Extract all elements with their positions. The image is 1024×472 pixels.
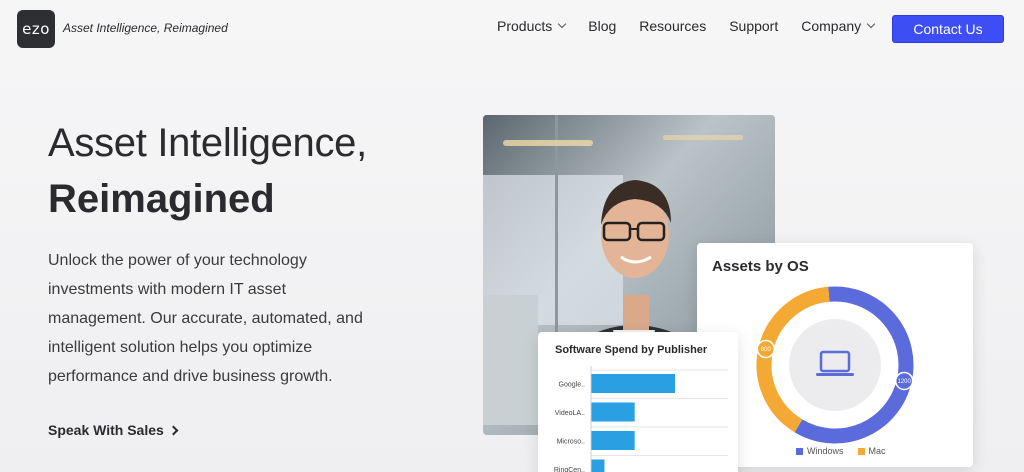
chevron-down-icon: [866, 19, 876, 29]
cta-label: Speak With Sales: [48, 422, 164, 438]
hero-description: Unlock the power of your technology inve…: [48, 252, 363, 385]
legend-swatch-windows: [796, 447, 803, 455]
top-nav: ezo Asset Intelligence, Reimagined Produ…: [0, 0, 1024, 58]
nav-item-label: Products: [497, 18, 553, 34]
donut-center: [789, 319, 881, 411]
software-spend-card: Software Spend by Publisher Google.. Vide…: [538, 332, 738, 472]
bar: [591, 431, 635, 450]
nav-links: Products Blog Resources Support Company: [497, 18, 897, 34]
legend-label-mac: Mac: [868, 446, 886, 456]
brand-tagline: Asset Intelligence, Reimagined: [63, 21, 228, 35]
nav-item-support[interactable]: Support: [729, 18, 778, 34]
legend-swatch-mac: [857, 447, 865, 455]
speak-with-sales-link[interactable]: Speak With Sales: [48, 422, 179, 438]
hero-title-line1: Asset Intelligence,: [48, 121, 367, 165]
nav-item-resources[interactable]: Resources: [639, 18, 706, 34]
assets-by-os-card: Assets by OS 800 1200 Windows Mac: [697, 243, 973, 467]
bar-category-label: Google..: [559, 382, 586, 389]
nav-item-label: Company: [801, 18, 862, 34]
hero-title-line2: Reimagined: [48, 177, 275, 221]
bar: [591, 402, 635, 422]
chevron-right-icon: [168, 425, 179, 435]
donut-value-label: 800: [761, 347, 772, 353]
donut-value-label: 1200: [898, 379, 912, 385]
os-donut-chart: 800 1200: [756, 286, 914, 444]
nav-item-products[interactable]: Products: [497, 18, 567, 34]
nav-item-label: Support: [729, 18, 779, 34]
nav-item-blog[interactable]: Blog: [588, 18, 616, 34]
ezo-logo[interactable]: ezo: [17, 10, 55, 48]
nav-item-company[interactable]: Company: [801, 18, 876, 34]
contact-us-button[interactable]: Contact Us: [892, 15, 1004, 43]
nav-item-label: Resources: [639, 18, 707, 34]
bar-category-label: VideoLA..: [555, 410, 585, 417]
nav-item-label: Blog: [588, 18, 617, 34]
bar-category-label: Microso..: [557, 439, 585, 446]
bar-category-label: RingCen..: [554, 467, 585, 472]
spend-bar-chart: Google.. VideoLA.. Microso.. RingCen..: [554, 366, 728, 472]
legend-label-windows: Windows: [807, 446, 844, 456]
chevron-down-icon: [558, 19, 567, 29]
os-legend: Windows Mac: [796, 446, 896, 456]
bar: [591, 374, 675, 393]
bar: [591, 459, 605, 472]
